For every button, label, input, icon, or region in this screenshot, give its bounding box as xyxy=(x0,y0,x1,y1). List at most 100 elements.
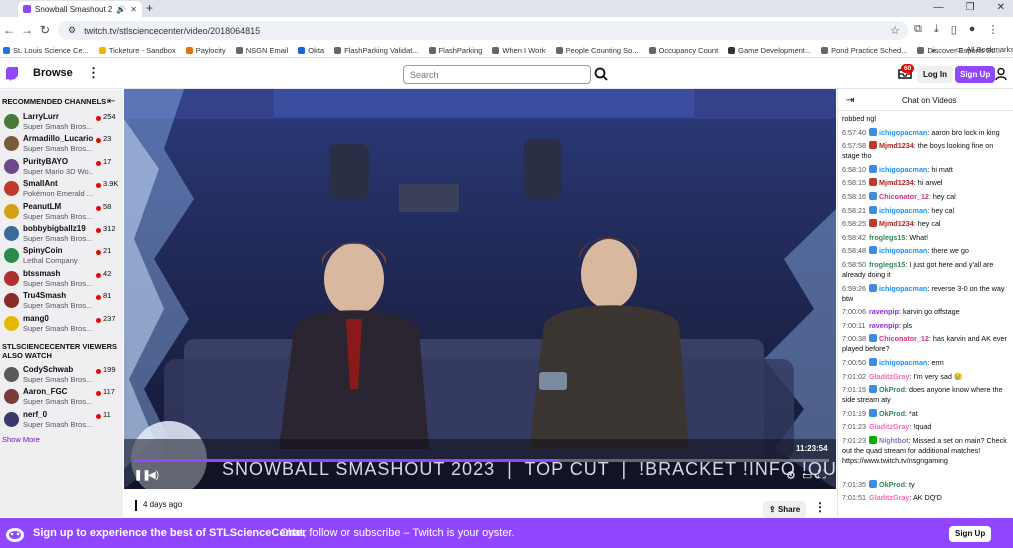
chat-username[interactable]: OkProd xyxy=(879,385,905,394)
sidebar-channel[interactable]: Tru4Smash Super Smash Bros.... 81 xyxy=(0,290,123,312)
sidebar-channel[interactable]: LarryLurr Super Smash Bros.... 254 xyxy=(0,111,123,133)
channel-name: mang0 xyxy=(23,313,49,323)
chat-username[interactable]: GladitzGray xyxy=(869,372,909,381)
bookmark-item[interactable]: FlashParking xyxy=(428,46,482,55)
collapse-sidebar-icon[interactable]: ⇤ xyxy=(107,96,115,107)
chat-username[interactable]: froglegs15 xyxy=(869,260,905,269)
more-options-icon[interactable]: ⋮ xyxy=(814,500,826,514)
bookmark-item[interactable]: People Counting So... xyxy=(555,46,639,55)
chat-username[interactable]: Chiconator_12 xyxy=(879,192,929,201)
chat-username[interactable]: ichigopacman xyxy=(879,206,927,215)
channel-game: Super Smash Bros.... xyxy=(23,419,93,429)
chat-message: 7:01:19 OkProd: *at xyxy=(842,408,1010,419)
video-player[interactable]: SNOWBALL SMASHOUT 2023 | TOP CUT | !BRAC… xyxy=(124,89,836,489)
profile-icon[interactable]: ● xyxy=(969,23,976,36)
back-icon[interactable]: ← xyxy=(0,23,18,37)
settings-gear-icon[interactable]: ⚙ xyxy=(786,469,796,482)
site-info-icon[interactable]: ⚙ xyxy=(68,25,76,36)
chat-username[interactable]: ichigopacman xyxy=(879,246,927,255)
bookmark-item[interactable]: Occupancy Count xyxy=(648,46,718,55)
bookmark-favicon-icon xyxy=(648,46,656,54)
new-tab-icon[interactable]: + xyxy=(146,1,153,15)
reload-icon[interactable]: ↻ xyxy=(36,23,54,37)
fullscreen-icon[interactable]: ⛶ xyxy=(818,469,826,482)
sidebar-channel[interactable]: bobbybigballz19 Super Smash Bros.... 312 xyxy=(0,223,123,245)
channel-name: LarryLurr xyxy=(23,112,60,121)
browser-tab[interactable]: Snowball Smashout 2023 P... 🔊 ✕ xyxy=(18,1,142,17)
more-menu-icon[interactable]: ⋮ xyxy=(87,65,100,81)
twitch-logo-icon[interactable] xyxy=(6,67,18,81)
sidebar-channel[interactable]: btssmash Super Smash Bros.... 42 xyxy=(0,268,123,290)
user-icon[interactable] xyxy=(995,67,1007,81)
share-button[interactable]: ⇪ Share xyxy=(763,501,807,519)
channel-name: SpinyCoin xyxy=(23,246,63,256)
tab-audio-icon[interactable]: 🔊 xyxy=(116,5,126,14)
extensions-icon[interactable]: ⧉ xyxy=(914,23,922,36)
downloads-icon[interactable]: ⤓ xyxy=(934,23,939,36)
chat-username[interactable]: GladitzGray xyxy=(869,422,909,431)
chat-badge-icon xyxy=(869,205,877,214)
chat-username[interactable]: ichigopacman xyxy=(879,128,927,137)
chat-username[interactable]: Mjmd1234 xyxy=(879,178,914,187)
show-more-link[interactable]: Show More xyxy=(2,435,40,444)
chat-username[interactable]: Mjmd1234 xyxy=(879,141,914,150)
browser-menu-icon[interactable]: ⋮ xyxy=(987,23,998,36)
signup-button[interactable]: Sign Up xyxy=(955,66,996,83)
channel-name: PeanutLM xyxy=(23,201,62,211)
url-bar[interactable]: ⚙ twitch.tv/stlsciencecenter/video/20180… xyxy=(58,21,908,40)
sidebar-channel[interactable]: CodySchwab Super Smash Bros.... 199 xyxy=(0,364,123,386)
bookmark-item[interactable]: NSGN Email xyxy=(235,46,288,55)
chat-username[interactable]: OkProd xyxy=(879,409,905,418)
chat-message: 7:01:35 OkProd: ty xyxy=(842,479,1010,490)
bookmark-star-icon[interactable]: ☆ xyxy=(890,24,900,37)
bookmark-item[interactable]: Pond Practice Sched... xyxy=(821,46,907,55)
live-indicator-icon xyxy=(96,183,101,189)
bookmark-item[interactable]: Okta xyxy=(298,46,324,55)
sidebar-channel[interactable]: SpinyCoin Lethal Company 21 xyxy=(0,245,123,267)
browse-link[interactable]: Browse xyxy=(33,67,73,79)
all-bookmarks-button[interactable]: ▭ All Bookmarks xyxy=(956,43,1013,57)
inbox-count-badge: 60 xyxy=(901,64,915,73)
sidebar-channel[interactable]: PeanutLM Super Smash Bros.... 58 xyxy=(0,201,123,223)
bookmark-item[interactable]: When I Work xyxy=(492,46,546,55)
login-button[interactable]: Log In xyxy=(917,66,953,83)
chat-username[interactable]: Nightbot xyxy=(879,436,909,445)
bookmark-item[interactable]: St. Louis Science Ce... xyxy=(3,46,89,55)
window-close-icon[interactable]: ✕ xyxy=(997,0,1005,16)
chat-badge-icon xyxy=(869,479,877,488)
bookmarks-overflow-icon[interactable]: » xyxy=(931,43,936,57)
chat-username[interactable]: OkProd xyxy=(879,480,905,489)
restore-icon[interactable]: ❐ xyxy=(966,0,975,16)
chat-username[interactable]: ravenpip xyxy=(869,321,899,330)
chat-username[interactable]: froglegs15 xyxy=(869,233,905,242)
sidebar-channel[interactable]: nerf_0 Super Smash Bros.... 11 xyxy=(0,409,123,431)
sidebar-channel[interactable]: SmallAnt Pokémon Emerald ... 3.9K xyxy=(0,178,123,200)
sidebar-channel[interactable]: Armadillo_Lucario Super Smash Bros.... 23 xyxy=(0,133,123,155)
chat-username[interactable]: GladitzGray xyxy=(869,493,909,502)
chat-username[interactable]: ichigopacman xyxy=(879,284,927,293)
theatre-mode-icon[interactable]: ▭ xyxy=(802,469,812,482)
bookmark-item[interactable]: Paylocity xyxy=(185,46,226,55)
bookmark-item[interactable]: FlashParking Validat... xyxy=(334,46,419,55)
search-input[interactable] xyxy=(403,65,591,84)
chat-username[interactable]: ichigopacman xyxy=(879,358,927,367)
bookmark-item[interactable]: Game Development... xyxy=(728,46,811,55)
bookmark-item[interactable]: Ticketure - Sandbox xyxy=(98,46,176,55)
minimize-icon[interactable]: — xyxy=(934,0,944,16)
volume-icon[interactable]: ◀) xyxy=(148,470,159,481)
sidebar-channel[interactable]: Aaron_FGC Super Smash Bros.... 117 xyxy=(0,386,123,408)
chat-username[interactable]: Chiconator_12 xyxy=(879,334,929,343)
chat-username[interactable]: ravenpip xyxy=(869,307,899,316)
sidebar-channel[interactable]: PurityBAYO Super Mario 3D Wo... 17 xyxy=(0,156,123,178)
banner-signup-button[interactable]: Sign Up xyxy=(949,526,992,542)
forward-icon[interactable]: → xyxy=(18,23,36,37)
url-text: twitch.tv/stlsciencecenter/video/2018064… xyxy=(84,25,261,36)
sidebar-channel[interactable]: mang0 Super Smash Bros.... 237 xyxy=(0,313,123,335)
search-icon[interactable] xyxy=(593,65,609,84)
tab-close-icon[interactable]: ✕ xyxy=(130,5,137,14)
folder-icon: ▭ xyxy=(956,45,964,54)
collapse-chat-icon[interactable]: ⇥ xyxy=(846,95,854,106)
chat-username[interactable]: ichigopacman xyxy=(879,165,927,174)
side-panel-icon[interactable]: ▯ xyxy=(951,23,957,36)
chat-username[interactable]: Mjmd1234 xyxy=(879,219,914,228)
